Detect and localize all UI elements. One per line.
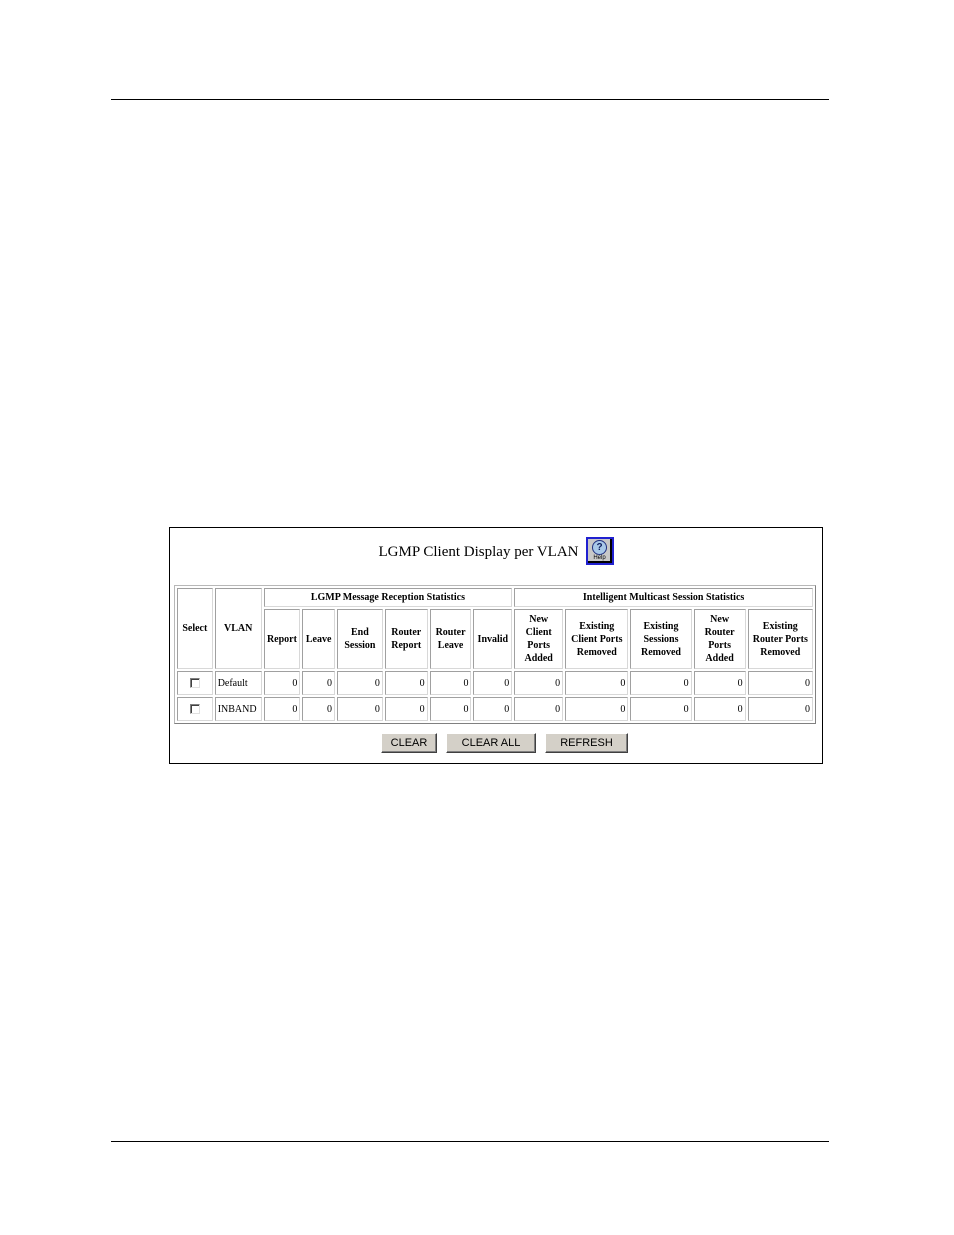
header-new-client-ports-added: New Client Ports Added	[514, 609, 564, 669]
existing-sessions-removed-cell: 0	[630, 671, 692, 695]
existing-sessions-removed-cell: 0	[630, 697, 692, 721]
vlan-cell: INBAND	[214, 697, 262, 721]
header-existing-router-ports-removed: Existing Router Ports Removed	[747, 609, 813, 669]
clear-all-button[interactable]: CLEAR ALL	[446, 733, 536, 753]
help-icon-label: Help	[593, 555, 606, 561]
header-group-lgmp: LGMP Message Reception Statistics	[263, 588, 513, 607]
header-leave: Leave	[302, 609, 335, 669]
header-existing-client-ports-removed: Existing Client Ports Removed	[565, 609, 629, 669]
end-session-cell: 0	[336, 697, 383, 721]
header-select: Select	[177, 588, 213, 669]
select-checkbox[interactable]	[189, 704, 200, 715]
clear-button[interactable]: CLEAR	[381, 733, 437, 753]
existing-client-ports-removed-cell: 0	[565, 697, 629, 721]
header-router-report: Router Report	[384, 609, 428, 669]
select-cell	[177, 697, 213, 721]
router-report-cell: 0	[384, 697, 428, 721]
header-new-router-ports-added: New Router Ports Added	[693, 609, 746, 669]
header-router-leave: Router Leave	[429, 609, 472, 669]
refresh-button[interactable]: REFRESH	[545, 733, 628, 753]
panel-title: LGMP Client Display per VLAN	[378, 543, 579, 560]
header-existing-sessions-removed: Existing Sessions Removed	[630, 609, 692, 669]
report-cell: 0	[263, 697, 301, 721]
action-buttons: CLEAR CLEAR ALL REFRESH	[170, 733, 822, 753]
table-row: INBAND 0 0 0 0 0 0 0 0 0 0 0	[177, 697, 813, 721]
header-invalid: Invalid	[473, 609, 513, 669]
new-client-ports-added-cell: 0	[514, 697, 564, 721]
end-session-cell: 0	[336, 671, 383, 695]
help-button[interactable]: ? Help	[585, 537, 614, 565]
report-cell: 0	[263, 671, 301, 695]
router-leave-cell: 0	[429, 671, 472, 695]
header-group-ims: Intelligent Multicast Session Statistics	[514, 588, 813, 607]
lgmp-client-display-panel: LGMP Client Display per VLAN ? Help Sele…	[169, 527, 823, 764]
new-client-ports-added-cell: 0	[514, 671, 564, 695]
router-leave-cell: 0	[429, 697, 472, 721]
leave-cell: 0	[302, 697, 335, 721]
select-cell	[177, 671, 213, 695]
existing-client-ports-removed-cell: 0	[565, 671, 629, 695]
lgmp-stats-table: Select VLAN LGMP Message Reception Stati…	[174, 585, 816, 724]
table-row: Default 0 0 0 0 0 0 0 0 0 0 0	[177, 671, 813, 695]
help-icon: ?	[592, 540, 607, 555]
invalid-cell: 0	[473, 697, 513, 721]
existing-router-ports-removed-cell: 0	[747, 671, 813, 695]
select-checkbox[interactable]	[189, 678, 200, 689]
invalid-cell: 0	[473, 671, 513, 695]
header-rule	[111, 99, 829, 100]
new-router-ports-added-cell: 0	[693, 671, 746, 695]
header-end-session: End Session	[336, 609, 383, 669]
leave-cell: 0	[302, 671, 335, 695]
panel-title-row: LGMP Client Display per VLAN ? Help	[170, 534, 822, 568]
vlan-cell: Default	[214, 671, 262, 695]
header-vlan: VLAN	[214, 588, 262, 669]
new-router-ports-added-cell: 0	[693, 697, 746, 721]
header-report: Report	[263, 609, 301, 669]
footer-rule	[111, 1141, 829, 1142]
existing-router-ports-removed-cell: 0	[747, 697, 813, 721]
router-report-cell: 0	[384, 671, 428, 695]
